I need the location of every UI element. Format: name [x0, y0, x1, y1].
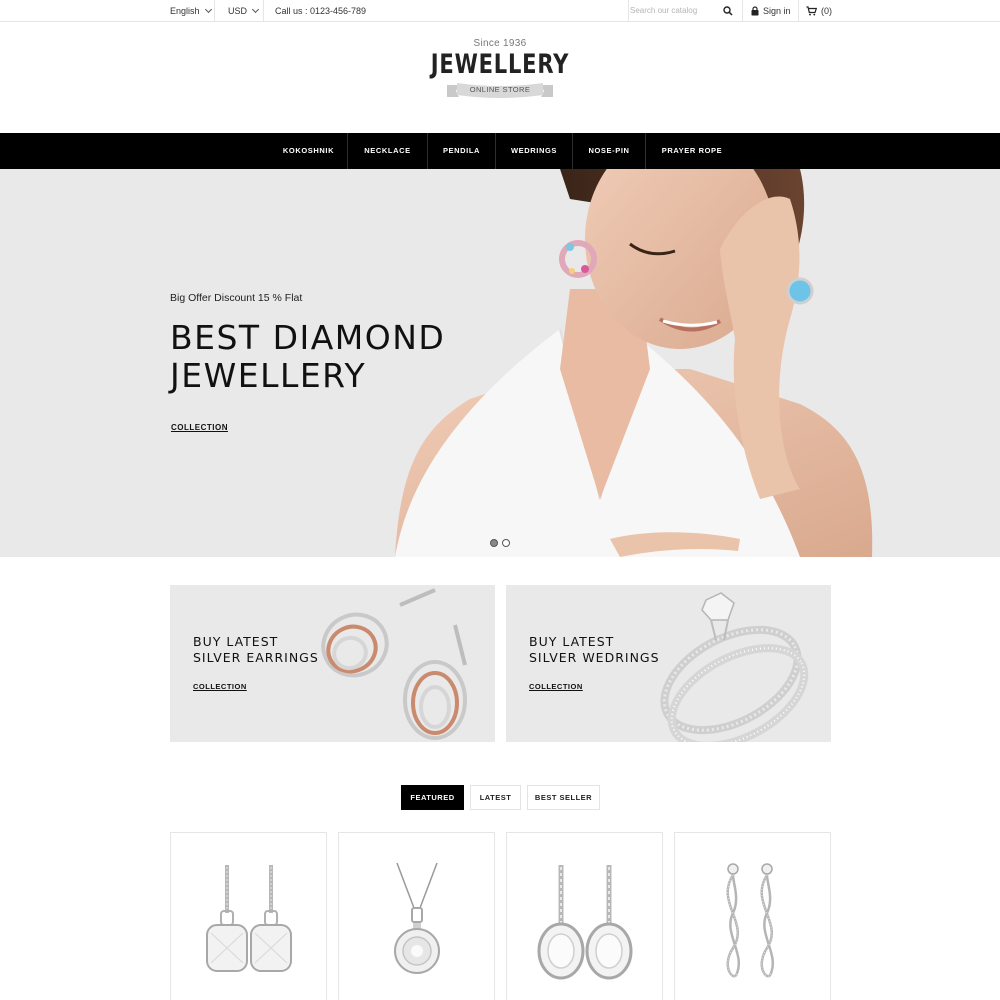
cart-button[interactable]: (0): [806, 0, 832, 22]
store-logo[interactable]: Since 1936 JEWELLERY ONLINE STORE: [400, 38, 600, 118]
logo-brand-text: JEWELLERY: [430, 49, 570, 80]
product-card[interactable]: [674, 832, 831, 1000]
search-icon: [723, 6, 733, 16]
product-image-oval-earrings: [537, 865, 633, 980]
hero-title-line-2: JEWELLERY: [170, 356, 367, 395]
logo-tagline: ONLINE STORE: [469, 85, 531, 94]
divider: [628, 0, 629, 22]
banner-title-line-2: SILVER EARRINGS: [193, 650, 319, 665]
language-selector[interactable]: English: [170, 0, 212, 22]
nav-item-necklace[interactable]: NECKLACE: [348, 133, 428, 169]
nav-item-nose-pin[interactable]: NOSE-PIN: [573, 133, 646, 169]
nav-item-kokoshnik[interactable]: KOKOSHNIK: [270, 133, 348, 169]
chevron-down-icon: [204, 5, 212, 14]
banner-earrings[interactable]: BUY LATEST SILVER EARRINGS COLLECTION: [170, 585, 495, 742]
nav-item-wedrings[interactable]: WEDRINGS: [496, 133, 573, 169]
divider: [263, 0, 264, 22]
chevron-down-icon: [251, 5, 260, 14]
divider: [798, 0, 799, 22]
logo-since-text: Since 1936: [473, 38, 527, 49]
slider-dot[interactable]: [502, 539, 510, 547]
main-navigation: KOKOSHNIK NECKLACE PENDILA WEDRINGS NOSE…: [0, 133, 1000, 169]
sign-in-link[interactable]: Sign in: [751, 0, 791, 22]
lock-icon: [751, 6, 759, 16]
product-image-twist-earrings: [726, 863, 774, 978]
slider-dot[interactable]: [490, 539, 498, 547]
product-image-earrings: [206, 865, 292, 972]
tab-latest[interactable]: LATEST: [470, 785, 521, 810]
hero-slider: Big Offer Discount 15 % Flat BEST DIAMON…: [0, 169, 1000, 557]
sign-in-label: Sign in: [763, 6, 791, 16]
banner-wedrings-collection-link[interactable]: COLLECTION: [529, 682, 583, 691]
banner-title-line-1: BUY LATEST: [193, 634, 279, 649]
product-tabs: FEATURED LATEST BEST SELLER: [401, 785, 600, 810]
slider-pagination: [490, 539, 510, 547]
search-input[interactable]: [630, 2, 710, 19]
banner-title-line-2: SILVER WEDRINGS: [529, 650, 660, 665]
hero-title: BEST DIAMOND JEWELLERY: [170, 319, 470, 395]
logo-ribbon: ONLINE STORE: [445, 81, 555, 101]
cart-icon: [806, 6, 817, 16]
nav-item-pendila[interactable]: PENDILA: [428, 133, 496, 169]
language-label: English: [170, 6, 200, 16]
hero-collection-link[interactable]: COLLECTION: [171, 423, 228, 432]
banner-wedrings-title: BUY LATEST SILVER WEDRINGS: [529, 634, 660, 666]
product-card[interactable]: [506, 832, 663, 1000]
divider: [214, 0, 215, 22]
hero-title-line-1: BEST DIAMOND: [170, 318, 446, 357]
currency-label: USD: [228, 6, 248, 16]
product-image-pendant: [394, 862, 440, 974]
tab-featured[interactable]: FEATURED: [401, 785, 464, 810]
banner-title-line-1: BUY LATEST: [529, 634, 615, 649]
top-bar: English USD Call us : 0123-456-789 Sign …: [0, 0, 1000, 22]
hero-model-image: [395, 169, 873, 557]
banner-earrings-title: BUY LATEST SILVER EARRINGS: [193, 634, 319, 666]
product-card[interactable]: [338, 832, 495, 1000]
hero-offer-text: Big Offer Discount 15 % Flat: [170, 292, 303, 304]
nav-item-prayer-rope[interactable]: PRAYER ROPE: [646, 133, 738, 169]
product-card[interactable]: [170, 832, 327, 1000]
divider: [742, 0, 743, 22]
search-button[interactable]: [723, 0, 733, 22]
phone-number: Call us : 0123-456-789: [275, 6, 367, 16]
tab-best-seller[interactable]: BEST SELLER: [527, 785, 600, 810]
currency-selector[interactable]: USD: [228, 0, 260, 22]
cart-count: (0): [821, 6, 832, 16]
banner-earrings-collection-link[interactable]: COLLECTION: [193, 682, 247, 691]
banner-wedrings[interactable]: BUY LATEST SILVER WEDRINGS COLLECTION: [506, 585, 831, 742]
